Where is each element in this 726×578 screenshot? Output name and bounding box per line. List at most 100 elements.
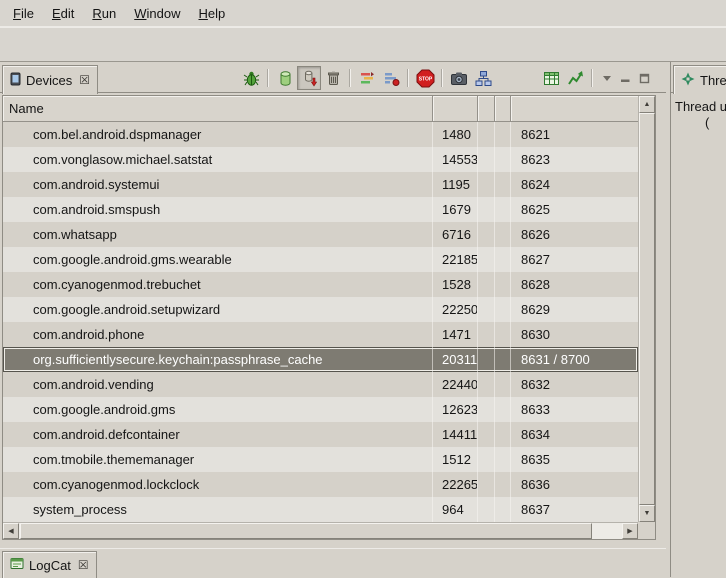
table-row[interactable]: com.android.defcontainer 14411 8634	[3, 422, 638, 447]
process-pid: 22265	[433, 472, 478, 497]
menu-help[interactable]: Help	[189, 2, 234, 25]
table-row[interactable]: com.cyanogenmod.lockclock 22265 8636	[3, 472, 638, 497]
cell-empty	[495, 397, 511, 422]
tab-threads[interactable]: Threads	[673, 65, 726, 94]
cell-empty	[478, 447, 495, 472]
cell-empty	[495, 347, 511, 372]
column-header-port[interactable]	[511, 96, 638, 122]
vertical-scrollbar[interactable]: ▲ ▼	[638, 96, 655, 522]
stop-process-icon[interactable]: STOP	[413, 66, 437, 90]
process-pid: 22185	[433, 247, 478, 272]
process-port: 8633	[511, 397, 638, 422]
scroll-up-icon[interactable]: ▲	[639, 96, 655, 113]
vertical-scroll-thumb[interactable]	[639, 113, 655, 505]
menu-run[interactable]: Run	[83, 2, 125, 25]
scroll-down-icon[interactable]: ▼	[639, 505, 655, 522]
device-phone-icon	[10, 72, 21, 89]
logcat-bar: LogCat ☒	[0, 548, 666, 577]
close-icon[interactable]: ☒	[78, 559, 89, 571]
column-header-name[interactable]: Name	[3, 96, 433, 122]
process-port: 8634	[511, 422, 638, 447]
table-row[interactable]: com.google.android.gms 12623 8633	[3, 397, 638, 422]
cell-empty	[495, 247, 511, 272]
network-trace-icon[interactable]	[563, 66, 587, 90]
table-row[interactable]: com.google.android.gms.wearable 22185 86…	[3, 247, 638, 272]
column-header-4[interactable]	[495, 96, 511, 122]
cell-empty	[478, 497, 495, 522]
column-header-pid[interactable]	[433, 96, 478, 122]
debug-process-icon[interactable]	[239, 66, 263, 90]
process-name: com.google.android.gms.wearable	[3, 247, 433, 272]
process-pid: 1195	[433, 172, 478, 197]
scroll-right-icon[interactable]: ▶	[622, 523, 638, 539]
method-profiling-icon[interactable]	[379, 66, 403, 90]
cause-gc-icon[interactable]	[321, 66, 345, 90]
process-port: 8636	[511, 472, 638, 497]
horizontal-scrollbar[interactable]: ◀ ▶	[3, 522, 638, 539]
process-pid: 22250	[433, 297, 478, 322]
process-pid: 12623	[433, 397, 478, 422]
close-icon[interactable]: ☒	[79, 74, 90, 86]
scrollbar-corner	[638, 522, 655, 539]
process-table: Name com.bel.android.dspmanager 1480 862…	[2, 95, 656, 540]
menu-edit[interactable]: Edit	[43, 2, 83, 25]
table-row[interactable]: com.bel.android.dspmanager 1480 8621	[3, 122, 638, 147]
tab-devices[interactable]: Devices ☒	[2, 65, 98, 94]
horizontal-scroll-thumb[interactable]	[20, 523, 592, 539]
table-row[interactable]: com.android.vending 22440 8632	[3, 372, 638, 397]
update-threads-icon[interactable]	[355, 66, 379, 90]
table-row[interactable]: com.android.systemui 1195 8624	[3, 172, 638, 197]
cell-empty	[478, 322, 495, 347]
dump-hprof-icon[interactable]	[297, 66, 321, 90]
toolbar-separator	[349, 69, 351, 87]
cell-empty	[478, 472, 495, 497]
cell-empty	[495, 272, 511, 297]
process-port: 8629	[511, 297, 638, 322]
process-pid: 964	[433, 497, 478, 522]
table-row[interactable]: org.sufficientlysecure.keychain:passphra…	[3, 347, 638, 372]
cell-empty	[478, 172, 495, 197]
update-heap-icon[interactable]	[273, 66, 297, 90]
toolbar-separator	[407, 69, 409, 87]
process-port: 8637	[511, 497, 638, 522]
table-row[interactable]: com.android.smspush 1679 8625	[3, 197, 638, 222]
table-row[interactable]: com.cyanogenmod.trebuchet 1528 8628	[3, 272, 638, 297]
process-port: 8623	[511, 147, 638, 172]
cell-empty	[495, 197, 511, 222]
process-name: com.android.vending	[3, 372, 433, 397]
maximize-view-icon[interactable]	[635, 66, 654, 90]
sysinfo-table-icon[interactable]	[539, 66, 563, 90]
table-row[interactable]: com.whatsapp 6716 8626	[3, 222, 638, 247]
scroll-left-icon[interactable]: ◀	[3, 523, 19, 539]
table-row[interactable]: com.tmobile.thememanager 1512 8635	[3, 447, 638, 472]
threads-view: Threads Thread up (	[670, 62, 726, 577]
minimize-view-icon[interactable]	[616, 66, 635, 90]
process-port: 8630	[511, 322, 638, 347]
threads-message-line1: Thread up	[675, 99, 726, 114]
threads-icon	[681, 72, 695, 89]
devices-toolbar: STOP	[239, 65, 654, 91]
process-port: 8628	[511, 272, 638, 297]
table-row[interactable]: com.android.phone 1471 8630	[3, 322, 638, 347]
process-pid: 1471	[433, 322, 478, 347]
view-hierarchy-icon[interactable]	[471, 66, 495, 90]
main-toolbar	[0, 27, 726, 62]
table-row[interactable]: com.google.android.setupwizard 22250 862…	[3, 297, 638, 322]
tab-logcat[interactable]: LogCat ☒	[2, 551, 97, 578]
table-row[interactable]: com.vonglasow.michael.satstat 14553 8623	[3, 147, 638, 172]
process-name: com.google.android.gms	[3, 397, 433, 422]
menu-file[interactable]: File	[4, 2, 43, 25]
view-menu-icon[interactable]	[597, 66, 616, 90]
threads-content: Thread up (	[671, 93, 726, 577]
cell-empty	[478, 422, 495, 447]
process-name: com.android.smspush	[3, 197, 433, 222]
process-name: com.tmobile.thememanager	[3, 447, 433, 472]
cell-empty	[478, 247, 495, 272]
screen-capture-icon[interactable]	[447, 66, 471, 90]
cell-empty	[478, 122, 495, 147]
menu-window[interactable]: Window	[125, 2, 189, 25]
table-row[interactable]: system_process 964 8637	[3, 497, 638, 522]
column-header-3[interactable]	[478, 96, 495, 122]
process-port: 8624	[511, 172, 638, 197]
process-port: 8625	[511, 197, 638, 222]
